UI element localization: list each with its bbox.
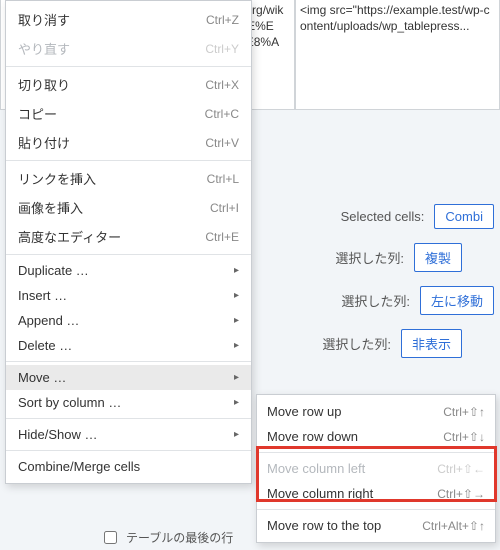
table-cell-html-b[interactable]: <img src="https://example.test/wp-conten… [295,0,500,110]
menu-separator [6,160,251,161]
menu-item-label: Delete … [18,338,226,353]
menu-separator [6,361,251,362]
submenu-arrow-icon: ▸ [234,397,239,408]
duplicate-button[interactable]: 複製 [414,243,462,272]
submenu-item-move-row-up[interactable]: Move row upCtrl+⇧↑ [257,399,495,424]
menu-item-label: 切り取り [18,75,205,94]
menu-item-item-1: やり直すCtrl+Y [6,34,251,63]
submenu-arrow-icon: ▸ [234,315,239,326]
menu-item-shortcut: Ctrl+V [205,136,239,150]
submenu-item-move-column-right[interactable]: Move column rightCtrl+⇧→ [257,481,495,506]
menu-separator [6,418,251,419]
menu-item-shortcut: Ctrl+C [205,107,239,121]
menu-item-label: Duplicate … [18,263,226,278]
selected-col-label-3: 選択した列: [322,334,391,353]
menu-item-item-8[interactable]: 画像を挿入Ctrl+I [6,193,251,222]
bottom-option-row: テーブルの最後の行 [100,528,233,547]
menu-item-label: Append … [18,313,226,328]
submenu-arrow-icon: ▸ [234,429,239,440]
selected-cells-label: Selected cells: [341,209,425,224]
selected-col-label-2: 選択した列: [341,291,410,310]
submenu-item-move-column-left: Move column leftCtrl+⇧← [257,456,495,481]
menu-item-shortcut: Ctrl+⇧← [437,462,485,476]
menu-item-item-5[interactable]: 貼り付けCtrl+V [6,128,251,157]
menu-separator [6,254,251,255]
submenu-arrow-icon: ▸ [234,265,239,276]
menu-separator [6,66,251,67]
menu-item-label: Sort by column … [18,395,226,410]
menu-separator [257,452,495,453]
menu-item-duplicate[interactable]: Duplicate … ▸ [6,258,251,283]
menu-separator [257,509,495,510]
selected-col-label-1: 選択した列: [335,248,404,267]
submenu-item-move-row-down[interactable]: Move row downCtrl+⇧↓ [257,424,495,449]
menu-item-label: Move column right [267,486,437,501]
footer-text: テーブルの最後の行 [126,529,233,546]
menu-item-label: 貼り付け [18,133,205,152]
menu-item-label: Move row down [267,429,443,444]
menu-item-shortcut: Ctrl+Alt+⇧↑ [422,519,485,533]
menu-item-label: Move column left [267,461,437,476]
menu-item-delete[interactable]: Delete … ▸ [6,333,251,358]
menu-item-item-0[interactable]: 取り消すCtrl+Z [6,5,251,34]
move-submenu: Move row upCtrl+⇧↑Move row downCtrl+⇧↓Mo… [256,394,496,543]
menu-item-shortcut: Ctrl+Z [206,13,239,27]
menu-item-label: Move row up [267,404,443,419]
move-left-button[interactable]: 左に移動 [420,286,494,315]
menu-item-label: Move row to the top [267,518,422,533]
hide-button[interactable]: 非表示 [401,329,462,358]
menu-item-label: Hide/Show … [18,427,226,442]
menu-item-item-7[interactable]: リンクを挿入Ctrl+L [6,164,251,193]
menu-item-label: やり直す [18,39,205,58]
footer-checkbox[interactable] [104,531,117,544]
menu-item-shortcut: Ctrl+E [205,230,239,244]
menu-item-label: リンクを挿入 [18,169,207,188]
menu-item-shortcut: Ctrl+⇧→ [437,487,485,501]
menu-item-shortcut: Ctrl+⇧↑ [443,405,485,419]
menu-item-insert[interactable]: Insert … ▸ [6,283,251,308]
menu-item-label: コピー [18,104,205,123]
menu-item-shortcut: Ctrl+L [207,172,239,186]
menu-item-item-3[interactable]: 切り取りCtrl+X [6,70,251,99]
menu-separator [6,450,251,451]
menu-item-move[interactable]: Move … ▸ [6,365,251,390]
menu-item-shortcut: Ctrl+⇧↓ [443,430,485,444]
menu-item-sort-by-column[interactable]: Sort by column … ▸ [6,390,251,415]
menu-item-shortcut: Ctrl+X [205,78,239,92]
menu-item-label: 取り消す [18,10,206,29]
menu-item-shortcut: Ctrl+I [210,201,239,215]
menu-item-item-9[interactable]: 高度なエディターCtrl+E [6,222,251,251]
menu-item-append[interactable]: Append … ▸ [6,308,251,333]
menu-item-item-4[interactable]: コピーCtrl+C [6,99,251,128]
menu-item-hide-show[interactable]: Hide/Show … ▸ [6,422,251,447]
submenu-item-move-row-to-the-top[interactable]: Move row to the topCtrl+Alt+⇧↑ [257,513,495,538]
menu-item-combine-merge-cells[interactable]: Combine/Merge cells [6,454,251,479]
combine-button[interactable]: Combi [434,204,494,229]
menu-item-label: Insert … [18,288,226,303]
submenu-arrow-icon: ▸ [234,340,239,351]
menu-item-label: Move … [18,370,226,385]
right-panel: Selected cells: Combi 選択した列: 複製 選択した列: 左… [250,180,500,382]
menu-item-shortcut: Ctrl+Y [205,42,239,56]
menu-item-label: 高度なエディター [18,227,205,246]
submenu-arrow-icon: ▸ [234,372,239,383]
context-menu: 取り消すCtrl+Zやり直すCtrl+Y切り取りCtrl+XコピーCtrl+C貼… [5,0,252,484]
menu-item-label: 画像を挿入 [18,198,210,217]
submenu-arrow-icon: ▸ [234,290,239,301]
menu-item-label: Combine/Merge cells [18,459,239,474]
